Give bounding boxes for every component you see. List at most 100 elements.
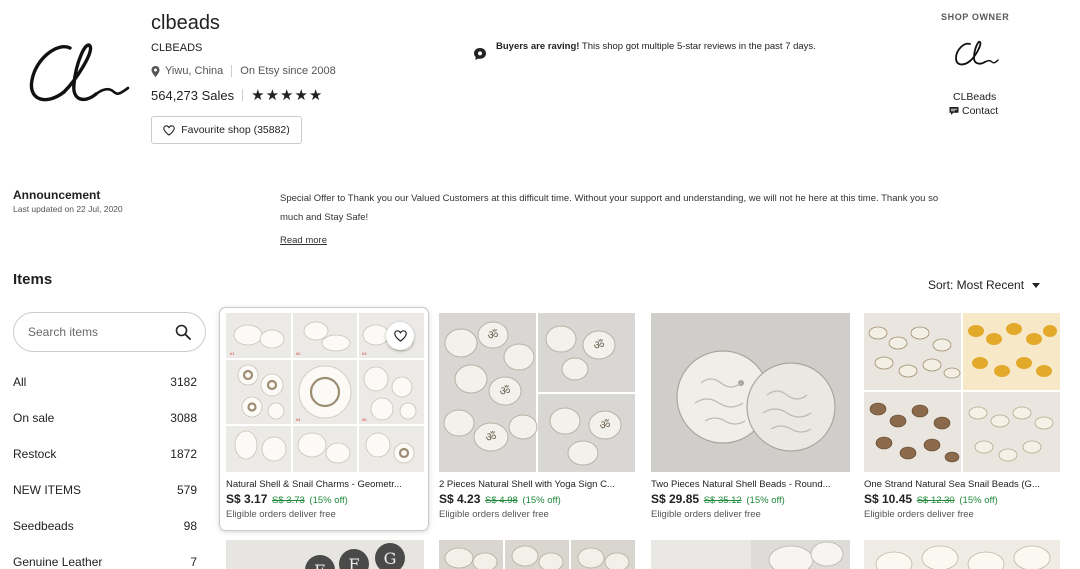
category-item-genuine-leather[interactable]: Genuine Leather 7	[13, 544, 197, 569]
price-current: S$ 29.85	[651, 492, 700, 506]
discount: (15% off)	[959, 495, 998, 506]
favourite-shop-label: Favourite shop (35882)	[181, 124, 290, 136]
discount: (15% off)	[309, 495, 348, 506]
items-heading: Items	[13, 271, 53, 288]
product-price: S$ 29.85 S$ 35.12 (15% off)	[651, 492, 785, 506]
heart-icon	[163, 124, 175, 136]
contact-owner-link[interactable]: Contact	[949, 105, 998, 117]
owner-avatar[interactable]	[950, 34, 1000, 74]
category-item-all[interactable]: All 3182	[13, 364, 197, 400]
product-image[interactable]	[864, 540, 1060, 569]
svg-text:ॐ: ॐ	[600, 418, 611, 432]
svg-text:#4: #4	[296, 417, 301, 422]
svg-text:ॐ: ॐ	[594, 338, 605, 352]
product-title[interactable]: Two Pieces Natural Shell Beads - Round..…	[651, 479, 851, 490]
category-count: 3182	[170, 375, 197, 389]
sales-row: 564,273 Sales ★★★★★	[151, 86, 323, 104]
product-title[interactable]: Natural Shell & Snail Charms - Geometr..…	[226, 479, 426, 490]
bead-letter: G	[384, 549, 397, 568]
discount: (15% off)	[746, 495, 785, 506]
raving-bold: Buyers are raving!	[496, 41, 580, 52]
message-icon	[949, 106, 959, 116]
shop-handle: CLBEADS	[151, 42, 203, 54]
category-list: All 3182 On sale 3088 Restock 1872 NEW ITEM…	[13, 364, 197, 569]
announcement-text: Special Offer to Thank you our Valued Cu…	[280, 193, 939, 223]
review-bubble-icon	[473, 47, 487, 61]
category-count: 7	[190, 555, 197, 569]
shop-sales: 564,273 Sales	[151, 87, 235, 103]
price-original: S$ 35.12	[703, 495, 742, 506]
caret-down-icon	[1032, 282, 1041, 288]
sort-label: Sort: Most Recent	[928, 278, 1025, 292]
owner-name[interactable]: CLBeads	[953, 91, 996, 103]
price-current: S$ 3.17	[226, 492, 268, 506]
category-label: Restock	[13, 447, 57, 461]
search-input[interactable]	[28, 325, 168, 339]
svg-text:ॐ: ॐ	[486, 430, 497, 444]
search-icon[interactable]	[175, 324, 191, 340]
category-count: 3088	[170, 411, 197, 425]
category-count: 98	[183, 519, 197, 533]
category-count: 1872	[170, 447, 197, 461]
price-original: S$ 4.98	[485, 495, 518, 506]
product-price: S$ 3.17 S$ 3.73 (15% off)	[226, 492, 348, 506]
product-image[interactable]	[651, 540, 850, 569]
price-current: S$ 10.45	[864, 492, 913, 506]
price-current: S$ 4.23	[439, 492, 481, 506]
star-rating[interactable]: ★★★★★	[251, 86, 323, 104]
category-item-on-sale[interactable]: On sale 3088	[13, 400, 197, 436]
price-original: S$ 3.73	[272, 495, 305, 506]
announcement-title: Announcement	[13, 188, 101, 202]
category-count: 579	[176, 483, 197, 497]
shop-name: clbeads	[151, 12, 220, 34]
product-price: S$ 4.23 S$ 4.98 (15% off)	[439, 492, 561, 506]
shop-location: Yiwu, China	[165, 65, 224, 77]
svg-text:ॐ: ॐ	[488, 328, 499, 342]
divider	[231, 65, 233, 77]
product-image[interactable]	[864, 313, 1060, 472]
category-label: Seedbeads	[13, 519, 74, 533]
category-item-new-items[interactable]: NEW ITEMS 579	[13, 472, 197, 508]
product-image[interactable]: ॐ ॐ ॐ ॐ ॐ	[439, 313, 635, 472]
shipping-note: Eligible orders deliver free	[439, 509, 549, 520]
bead-letter: F	[348, 555, 359, 569]
bead-letter: E	[314, 561, 326, 569]
category-label: All	[13, 375, 27, 389]
product-image[interactable]: E F G	[226, 540, 424, 569]
svg-text:#5: #5	[362, 417, 367, 422]
read-more-link[interactable]: Read more	[280, 235, 327, 246]
raving-body: This shop got multiple 5-star reviews in…	[579, 41, 816, 52]
shipping-note: Eligible orders deliver free	[226, 509, 336, 520]
shop-logo[interactable]	[18, 18, 136, 128]
product-title[interactable]: One Strand Natural Sea Snail Beads (G...	[864, 479, 1064, 490]
svg-text:#2: #2	[296, 351, 301, 356]
raving-text: Buyers are raving! This shop got multipl…	[496, 40, 816, 61]
svg-text:#3: #3	[362, 351, 367, 356]
shop-owner-label: SHOP OWNER	[941, 12, 1010, 22]
sort-dropdown[interactable]: Sort: Most Recent	[928, 278, 1041, 292]
product-title[interactable]: 2 Pieces Natural Shell with Yoga Sign C.…	[439, 479, 639, 490]
svg-text:#1: #1	[230, 351, 235, 356]
discount: (15% off)	[522, 495, 561, 506]
category-label: Genuine Leather	[13, 555, 103, 569]
category-label: On sale	[13, 411, 55, 425]
price-original: S$ 12.30	[916, 495, 955, 506]
favourite-shop-button[interactable]: Favourite shop (35882)	[151, 116, 302, 144]
shop-location-row: Yiwu, China On Etsy since 2008	[151, 65, 336, 77]
product-price: S$ 10.45 S$ 12.30 (15% off)	[864, 492, 998, 506]
announcement-date: Last updated on 22 Jul, 2020	[13, 204, 123, 214]
product-image[interactable]	[651, 313, 850, 472]
product-image[interactable]	[439, 540, 635, 569]
favourite-item-button[interactable]	[386, 322, 414, 350]
shop-since: On Etsy since 2008	[240, 65, 336, 77]
category-item-seedbeads[interactable]: Seedbeads 98	[13, 508, 197, 544]
shipping-note: Eligible orders deliver free	[651, 509, 761, 520]
category-item-restock[interactable]: Restock 1872	[13, 436, 197, 472]
category-label: NEW ITEMS	[13, 483, 81, 497]
shipping-note: Eligible orders deliver free	[864, 509, 974, 520]
search-items-box	[13, 312, 206, 352]
buyers-raving-notice: Buyers are raving! This shop got multipl…	[473, 40, 833, 61]
divider	[242, 89, 244, 101]
svg-text:ॐ: ॐ	[500, 384, 511, 398]
location-pin-icon	[151, 65, 160, 77]
